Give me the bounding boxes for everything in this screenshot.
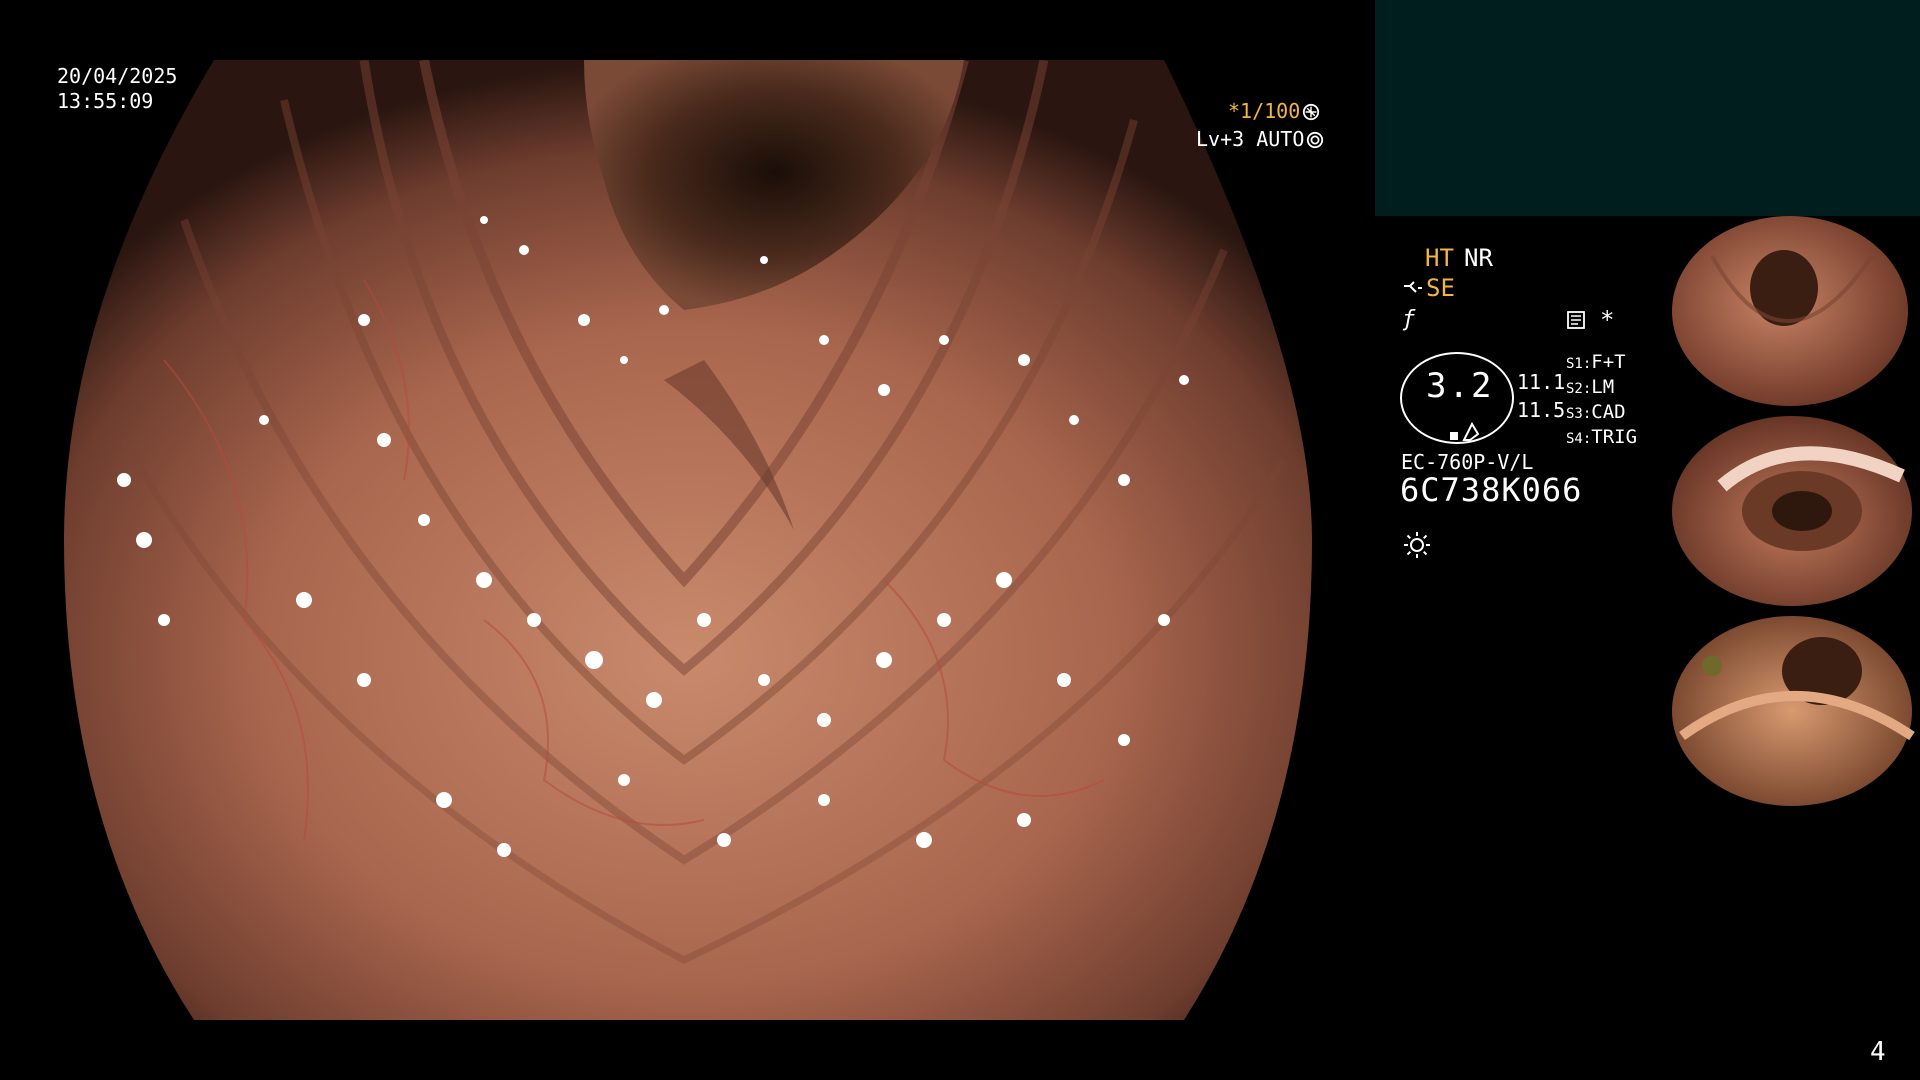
time-text: 13:55:09 (57, 89, 154, 113)
shutter-readout: *1/100 (1228, 99, 1320, 123)
ht-indicator: HT (1425, 244, 1454, 272)
setting-s3: S3:CAD (1566, 401, 1626, 423)
auto-iris-icon (1307, 131, 1324, 149)
shutter-text: *1/100 (1228, 99, 1301, 123)
zoom-value: 3.2 (1426, 366, 1494, 406)
scope-serial: 6C738K066 (1400, 471, 1583, 509)
thumbnail-2[interactable] (1672, 416, 1920, 606)
thumbnail-1[interactable] (1672, 216, 1920, 406)
f-icon: ƒ (1402, 307, 1416, 332)
setting-s2: S2:LM (1566, 376, 1615, 398)
zoom-reading-a: 11.1 (1517, 370, 1566, 394)
endoscopy-screen: 20/04/2025 13:55:09 *1/100 Lv+3 AUTO HT … (0, 0, 1920, 1080)
endoscopic-view (64, 60, 1312, 1020)
zoom-reading-b: 11.5 (1517, 398, 1566, 422)
date-text: 20/04/2025 (57, 64, 178, 88)
nr-indicator: NR (1464, 244, 1493, 272)
capture-star: * (1600, 306, 1615, 334)
thumbnail-3[interactable] (1672, 616, 1920, 806)
setting-s4: S4:TRIG (1566, 426, 1638, 448)
se-indicator: SE (1426, 274, 1455, 302)
page-number: 4 (1870, 1037, 1886, 1067)
info-panel-background (1375, 0, 1920, 216)
setting-s1: S1:F+T (1566, 351, 1626, 373)
level-readout: Lv+3 AUTO (1196, 127, 1324, 151)
level-text: Lv+3 AUTO (1196, 127, 1305, 151)
se-icon (1404, 281, 1422, 293)
sun-icon (1404, 532, 1430, 558)
memo-icon (1567, 311, 1585, 329)
zoom-mark-icon (1450, 421, 1480, 441)
shutter-icon (1303, 103, 1320, 121)
